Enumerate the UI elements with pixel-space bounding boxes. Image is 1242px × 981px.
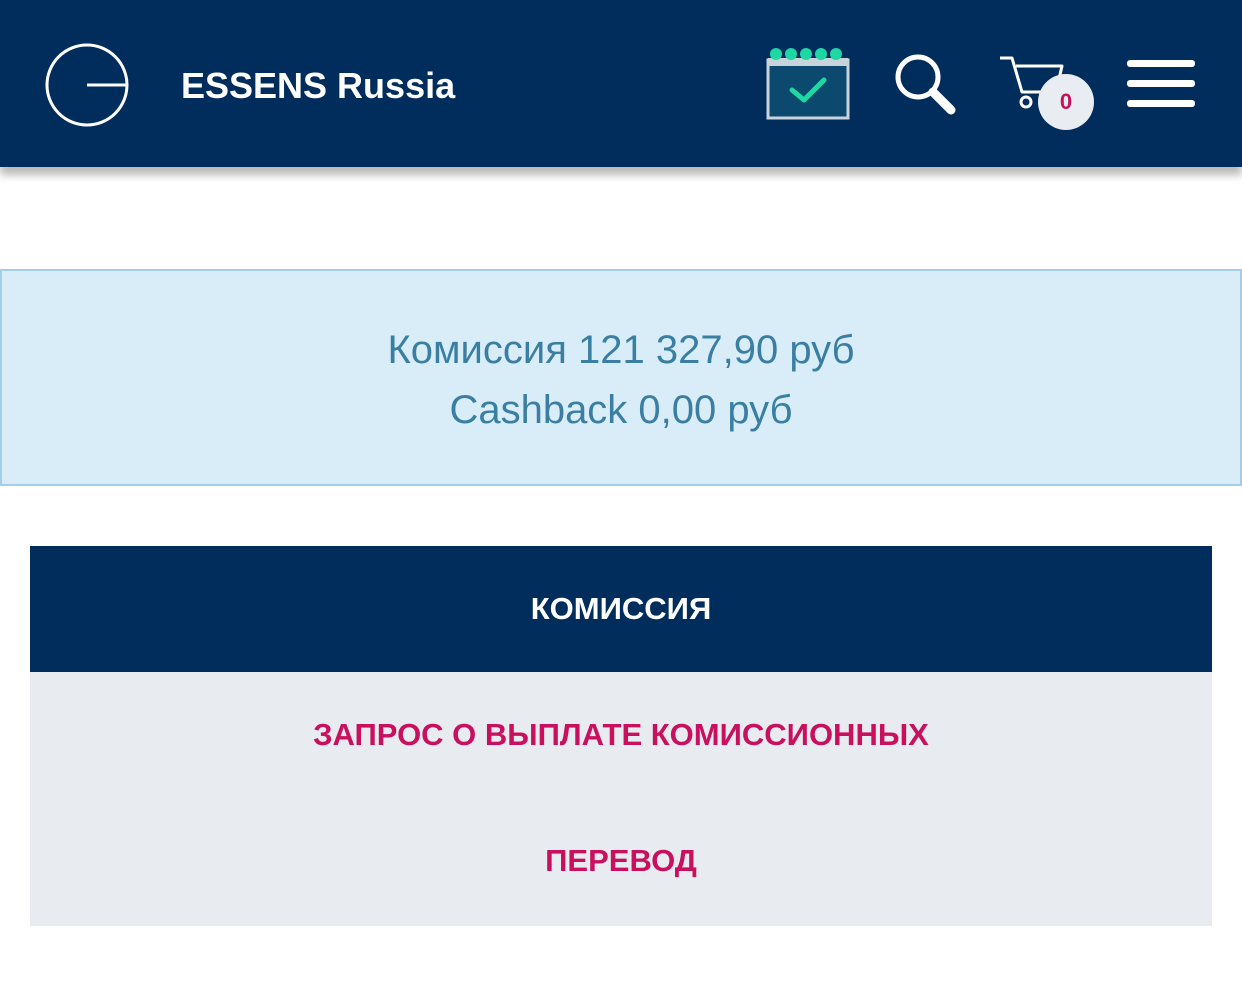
search-icon[interactable] (893, 52, 957, 116)
tab-commission[interactable]: КОМИССИЯ (30, 546, 1212, 672)
tab-transfer[interactable]: ПЕРЕВОД (30, 798, 1212, 924)
tab-payout-request[interactable]: ЗАПРОС О ВЫПЛАТЕ КОМИССИОННЫХ (30, 672, 1212, 798)
cart-button[interactable]: 0 (998, 50, 1098, 130)
commission-tabs: КОМИССИЯ ЗАПРОС О ВЫПЛАТЕ КОМИССИОННЫХ П… (30, 546, 1212, 926)
balance-summary: Комиссия 121 327,90 руб Cashback 0,00 ру… (0, 269, 1242, 486)
cashback-balance: Cashback 0,00 руб (449, 388, 793, 432)
brand-name[interactable]: ESSENS Russia (181, 66, 455, 106)
calendar-check-icon[interactable] (764, 46, 852, 122)
cart-count-badge: 0 (1038, 74, 1094, 130)
essens-logo[interactable] (44, 42, 130, 128)
commission-balance: Комиссия 121 327,90 руб (387, 328, 855, 372)
tab-list: ЗАПРОС О ВЫПЛАТЕ КОМИССИОННЫХ ПЕРЕВОД (30, 672, 1212, 926)
top-header: ESSENS Russia 0 (0, 0, 1242, 167)
hamburger-menu-icon[interactable] (1127, 60, 1195, 108)
